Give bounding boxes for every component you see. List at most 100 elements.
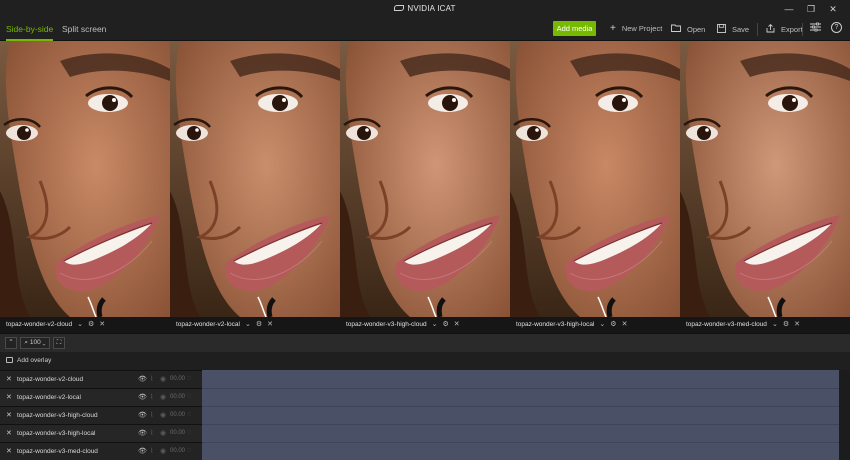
chevron-down-icon[interactable]: ⌄ — [772, 320, 778, 328]
chevron-up-icon: ⌃ — [8, 339, 14, 346]
portrait-image — [0, 41, 170, 317]
track-list: ✕ topaz-wonder-v2-cloud 👁 ⌇ ◉ 00.00 ◌ ✕ … — [0, 370, 850, 460]
view-icon[interactable]: ◉ — [160, 411, 166, 419]
zoom-select[interactable]: ⌕ 100 ⌄ — [20, 337, 50, 349]
new-project-button[interactable]: + New Project — [610, 22, 662, 34]
zoom-icon: ⌕ — [24, 339, 29, 346]
view-icon[interactable]: ◉ — [160, 375, 166, 383]
hide-icon[interactable]: ◌ — [187, 411, 191, 418]
settings-button[interactable] — [810, 22, 821, 34]
link-icon[interactable]: ⌇ — [150, 429, 153, 437]
toolbar-divider — [757, 23, 758, 36]
link-icon[interactable]: ⌇ — [150, 375, 153, 383]
title-bar: NVIDIA ICAT — ❐ ✕ — [0, 0, 850, 18]
export-button[interactable]: Export — [766, 23, 803, 35]
eye-icon[interactable]: 👁 — [138, 375, 147, 383]
comparison-panel-1[interactable] — [0, 41, 170, 317]
close-icon[interactable]: ✕ — [6, 447, 12, 455]
link-icon[interactable]: ⌇ — [150, 411, 153, 419]
close-icon[interactable]: ✕ — [6, 429, 12, 437]
eye-icon[interactable]: 👁 — [138, 429, 147, 437]
close-icon[interactable]: ✕ — [267, 320, 273, 328]
close-icon[interactable]: ✕ — [454, 320, 460, 328]
sliders-icon — [810, 22, 821, 34]
hide-icon[interactable]: ◌ — [187, 447, 191, 454]
panel-label: topaz-wonder-v3-high-local ⌄ ⚙ ✕ — [516, 320, 628, 329]
eye-icon[interactable]: 👁 — [138, 411, 147, 419]
add-overlay-label: Add overlay — [17, 357, 52, 364]
export-icon — [766, 23, 775, 35]
toolbar-divider — [802, 23, 803, 36]
close-icon[interactable]: ✕ — [99, 320, 105, 328]
portrait-image — [510, 41, 680, 317]
track-row[interactable]: ✕ topaz-wonder-v3-med-cloud 👁 ⌇ ◉ 00.00 … — [0, 442, 202, 460]
comparison-panel-4[interactable] — [510, 41, 680, 317]
view-icon[interactable]: ◉ — [160, 447, 166, 455]
close-icon[interactable]: ✕ — [622, 320, 628, 328]
fullscreen-button[interactable]: ⛶ — [53, 337, 65, 349]
chevron-down-icon[interactable]: ⌄ — [77, 320, 83, 328]
maximize-button[interactable]: ❐ — [800, 2, 822, 16]
close-icon[interactable]: ✕ — [6, 411, 12, 419]
panel-label: topaz-wonder-v3-med-cloud ⌄ ⚙ ✕ — [686, 320, 800, 329]
eye-icon[interactable]: 👁 — [138, 447, 147, 455]
view-icon[interactable]: ◉ — [160, 429, 166, 437]
link-icon[interactable]: ⌇ — [150, 393, 153, 401]
main-toolbar: Side-by-side Split screen Add media + New… — [0, 18, 850, 41]
hide-icon[interactable]: ◌ — [187, 429, 191, 436]
panel-label: topaz-wonder-v2-local ⌄ ⚙ ✕ — [176, 320, 273, 329]
folder-icon — [671, 24, 681, 34]
help-button[interactable]: ? — [831, 22, 842, 33]
close-icon[interactable]: ✕ — [6, 393, 12, 401]
hide-icon[interactable]: ◌ — [187, 393, 191, 400]
gear-icon[interactable]: ⚙ — [610, 320, 616, 328]
close-icon[interactable]: ✕ — [6, 375, 12, 383]
add-overlay-row[interactable]: Add overlay — [0, 352, 850, 370]
track-divider — [202, 424, 839, 425]
track-row[interactable]: ✕ topaz-wonder-v3-high-cloud 👁 ⌇ ◉ 00.00… — [0, 406, 202, 424]
overlay-icon — [6, 357, 13, 363]
hide-icon[interactable]: ◌ — [187, 375, 191, 382]
chevron-down-icon[interactable]: ⌄ — [432, 320, 438, 328]
track-row[interactable]: ✕ topaz-wonder-v3-high-local 👁 ⌇ ◉ 00.00… — [0, 424, 202, 442]
portrait-image — [340, 41, 510, 317]
portrait-image — [170, 41, 340, 317]
collapse-button[interactable]: ⌃ — [5, 337, 17, 349]
link-icon[interactable]: ⌇ — [150, 447, 153, 455]
view-icon[interactable]: ◉ — [160, 393, 166, 401]
comparison-panel-2[interactable] — [170, 41, 340, 317]
gear-icon[interactable]: ⚙ — [256, 320, 262, 328]
tab-split-screen[interactable]: Split screen — [62, 24, 106, 41]
minimize-button[interactable]: — — [778, 2, 800, 16]
portrait-image — [680, 41, 850, 317]
timeline-scroll-gutter[interactable] — [839, 370, 850, 460]
track-divider — [202, 442, 839, 443]
plus-icon: + — [610, 22, 616, 34]
tab-side-by-side[interactable]: Side-by-side — [6, 24, 54, 41]
fullscreen-icon: ⛶ — [56, 339, 62, 346]
track-divider — [202, 388, 839, 389]
gear-icon[interactable]: ⚙ — [88, 320, 94, 328]
panel-label: topaz-wonder-v2-cloud ⌄ ⚙ ✕ — [6, 320, 106, 329]
timeline-clip-area[interactable] — [202, 370, 839, 460]
open-button[interactable]: Open — [671, 24, 705, 34]
save-button[interactable]: Save — [717, 24, 749, 35]
save-icon — [717, 24, 726, 35]
track-row[interactable]: ✕ topaz-wonder-v2-local 👁 ⌇ ◉ 00.00 ◌ — [0, 388, 202, 406]
app-title: NVIDIA ICAT — [0, 4, 850, 13]
panel-label: topaz-wonder-v3-high-cloud ⌄ ⚙ ✕ — [346, 320, 460, 329]
eye-icon[interactable]: 👁 — [138, 393, 147, 401]
track-row[interactable]: ✕ topaz-wonder-v2-cloud 👁 ⌇ ◉ 00.00 ◌ — [0, 370, 202, 388]
close-icon[interactable]: ✕ — [794, 320, 800, 328]
side-by-side-viewer — [0, 41, 850, 317]
comparison-panel-3[interactable] — [340, 41, 510, 317]
gear-icon[interactable]: ⚙ — [442, 320, 448, 328]
gear-icon[interactable]: ⚙ — [783, 320, 789, 328]
comparison-panel-5[interactable] — [680, 41, 850, 317]
chevron-down-icon[interactable]: ⌄ — [599, 320, 605, 328]
add-media-button[interactable]: Add media — [553, 21, 596, 36]
chevron-down-icon: ⌄ — [42, 339, 46, 346]
window-controls: — ❐ ✕ — [778, 2, 844, 16]
chevron-down-icon[interactable]: ⌄ — [245, 320, 251, 328]
close-window-button[interactable]: ✕ — [822, 2, 844, 16]
